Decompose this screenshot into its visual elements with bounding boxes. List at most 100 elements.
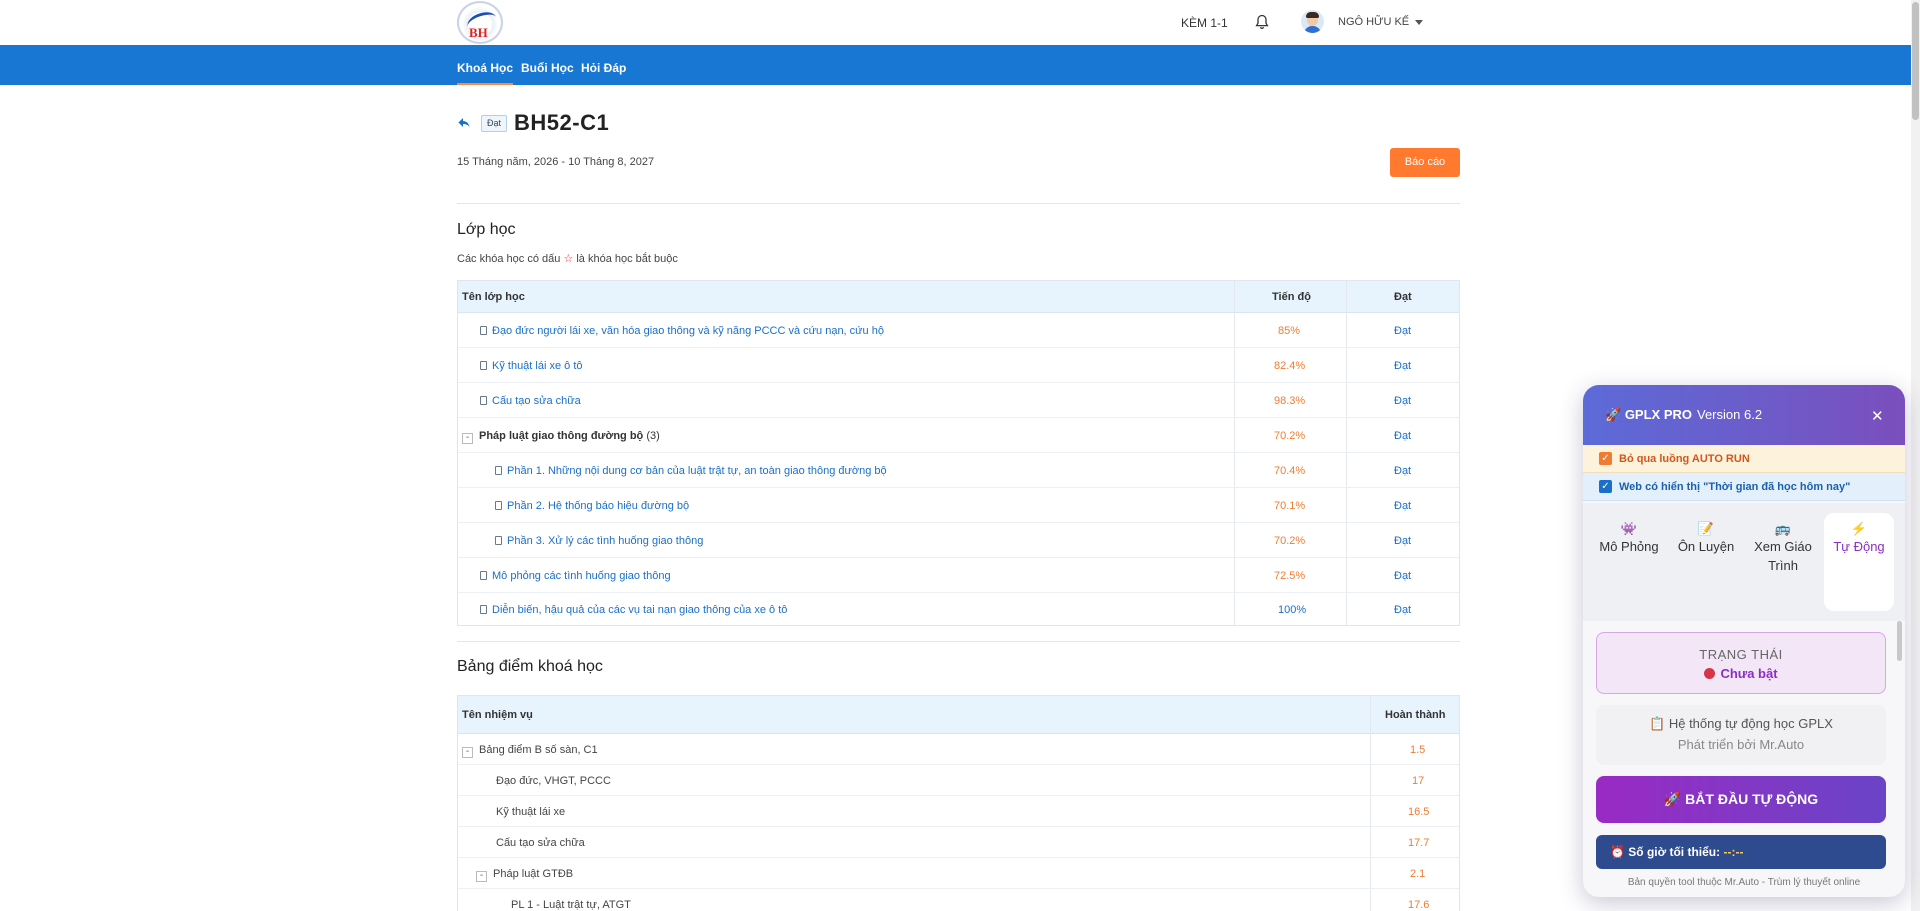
table-row[interactable]: Kỹ thuật lái xe 16.5 bbox=[458, 796, 1459, 827]
table-row[interactable]: PL 1 - Luật trật tự, ATGT 17.6 bbox=[458, 889, 1459, 911]
username[interactable]: NGÔ HỮU KẾ bbox=[1338, 16, 1409, 28]
page-scrollbar[interactable] bbox=[1911, 0, 1920, 911]
panel-scrollbar[interactable] bbox=[1897, 621, 1902, 661]
class-link[interactable]: Mô phỏng các tình huống giao thông bbox=[480, 570, 671, 582]
checkbox-show-time[interactable]: ✓ bbox=[1599, 480, 1612, 493]
class-group-count: (3) bbox=[646, 430, 660, 442]
table-row[interactable]: - Pháp luật giao thông đường bộ (3) 70.2%… bbox=[458, 418, 1459, 453]
class-result: Đạt bbox=[1394, 500, 1412, 512]
task-group[interactable]: - Pháp luật GTĐB bbox=[476, 868, 573, 882]
tab-curriculum[interactable]: 🚌 Xem Giáo Trình bbox=[1748, 513, 1818, 611]
table-row[interactable]: Phần 3. Xử lý các tình huống giao thông … bbox=[458, 523, 1459, 558]
class-result: Đạt bbox=[1394, 604, 1412, 616]
class-name: Phần 1. Những nội dung cơ bản của luật t… bbox=[507, 465, 887, 477]
table-row[interactable]: Cấu tạo sửa chữa 98.3% Đạt bbox=[458, 383, 1459, 418]
task-group[interactable]: - Bảng điểm B số sàn, C1 bbox=[462, 744, 598, 758]
status-badge: Đạt bbox=[481, 115, 508, 132]
col-header-task: Tên nhiệm vụ bbox=[462, 709, 533, 721]
task-score: 1.5 bbox=[1410, 744, 1426, 756]
avatar[interactable] bbox=[1301, 10, 1324, 33]
min-hours-bar: ⏰ Số giờ tối thiểu: --:-- bbox=[1596, 835, 1886, 869]
class-link[interactable]: Kỹ thuật lái xe ô tô bbox=[480, 360, 583, 372]
bell-icon[interactable] bbox=[1255, 14, 1269, 30]
task-score: 2.1 bbox=[1410, 868, 1426, 880]
table-row[interactable]: Phần 1. Những nội dung cơ bản của luật t… bbox=[458, 453, 1459, 488]
min-hours-value: --:-- bbox=[1723, 845, 1744, 859]
page-title: BH52-C1 bbox=[514, 110, 610, 135]
col-header-progress: Tiến độ bbox=[1272, 291, 1311, 303]
table-row[interactable]: Cấu tạo sửa chữa 17.7 bbox=[458, 827, 1459, 858]
table-row[interactable]: Phần 2. Hệ thống báo hiệu đường bộ 70.1%… bbox=[458, 488, 1459, 523]
tab-label: Tự Động bbox=[1833, 539, 1885, 554]
table-row[interactable]: Mô phỏng các tình huống giao thông 72.5%… bbox=[458, 558, 1459, 593]
site-logo[interactable]: BH bbox=[457, 1, 503, 44]
start-auto-button[interactable]: 🚀 BẮT ĐẦU TỰ ĐỘNG bbox=[1596, 776, 1886, 823]
class-progress: 70.2% bbox=[1274, 430, 1306, 442]
col-header-result: Đạt bbox=[1394, 291, 1412, 303]
task-score: 17 bbox=[1412, 775, 1425, 787]
info-box: 📋 Hệ thống tự động học GPLX Phát triển b… bbox=[1596, 705, 1886, 765]
document-icon bbox=[480, 326, 487, 335]
bus-icon: 🚌 bbox=[1774, 521, 1792, 536]
collapse-icon[interactable]: - bbox=[476, 871, 487, 882]
option-show-time[interactable]: ✓ Web có hiển thị "Thời gian đã học hôm … bbox=[1583, 473, 1905, 501]
class-link[interactable]: Phần 1. Những nội dung cơ bản của luật t… bbox=[495, 465, 887, 477]
class-name: Phần 2. Hệ thống báo hiệu đường bộ bbox=[507, 500, 690, 512]
table-row[interactable]: Đạo đức người lái xe, văn hóa giao thông… bbox=[458, 313, 1459, 348]
panel-title-text: GPLX PRO bbox=[1624, 407, 1692, 422]
table-row[interactable]: - Bảng điểm B số sàn, C1 1.5 bbox=[458, 734, 1459, 765]
col-header-done: Hoàn thành bbox=[1385, 709, 1446, 721]
checkbox-skip-autorun[interactable]: ✓ bbox=[1599, 452, 1612, 465]
class-link[interactable]: Phần 3. Xử lý các tình huống giao thông bbox=[495, 535, 703, 547]
info-line-2: Phát triển bởi Mr.Auto bbox=[1677, 737, 1805, 752]
class-link[interactable]: Diễn biến, hậu quả của các vụ tai nạn gi… bbox=[480, 604, 787, 616]
class-name: Cấu tạo sửa chữa bbox=[492, 395, 581, 407]
scores-section-title: Bảng điểm khoá học bbox=[457, 658, 603, 675]
collapse-icon[interactable]: - bbox=[462, 747, 473, 758]
table-row[interactable]: - Pháp luật GTĐB 2.1 bbox=[458, 858, 1459, 889]
table-row[interactable]: Kỹ thuật lái xe ô tô 82.4% Đạt bbox=[458, 348, 1459, 383]
logo-text: BH bbox=[469, 25, 488, 40]
class-link[interactable]: Phần 2. Hệ thống báo hiệu đường bộ bbox=[495, 500, 689, 512]
tab-simulation[interactable]: 👾 Mô Phỏng bbox=[1594, 513, 1664, 611]
kem-link[interactable]: KÈM 1-1 bbox=[1181, 16, 1228, 30]
table-row[interactable]: Đạo đức, VHGT, PCCC 17 bbox=[458, 765, 1459, 796]
report-button[interactable]: Báo cáo bbox=[1390, 148, 1460, 177]
divider bbox=[457, 641, 1460, 642]
classes-section-title: Lớp học bbox=[457, 221, 516, 238]
class-progress: 82.4% bbox=[1274, 360, 1306, 372]
tab-practice[interactable]: 📝 Ôn Luyện bbox=[1671, 513, 1741, 611]
class-group[interactable]: - Pháp luật giao thông đường bộ (3) bbox=[462, 430, 660, 444]
class-progress: 100% bbox=[1278, 604, 1307, 616]
table-header: Tên lớp học Tiến độ Đạt bbox=[458, 281, 1459, 313]
lightning-icon: ⚡ bbox=[1850, 521, 1868, 536]
gplx-pro-panel: 🚀 GPLX PRO Version 6.2 ✕ ✓ Bỏ qua luồng … bbox=[1583, 385, 1905, 897]
tab-auto[interactable]: ⚡ Tự Động bbox=[1824, 513, 1894, 611]
close-icon[interactable]: ✕ bbox=[1871, 407, 1884, 425]
status-value: Chưa bật bbox=[1597, 666, 1885, 681]
table-header: Tên nhiệm vụ Hoàn thành bbox=[458, 696, 1459, 734]
task-name: Đạo đức, VHGT, PCCC bbox=[496, 775, 611, 787]
class-link[interactable]: Đạo đức người lái xe, văn hóa giao thông… bbox=[480, 325, 884, 337]
class-link[interactable]: Cấu tạo sửa chữa bbox=[480, 395, 581, 407]
class-result: Đạt bbox=[1394, 535, 1412, 547]
class-group-name: Pháp luật giao thông đường bộ bbox=[479, 430, 644, 442]
class-progress: 70.1% bbox=[1274, 500, 1306, 512]
task-name: PL 1 - Luật trật tự, ATGT bbox=[511, 899, 631, 911]
table-row[interactable]: Diễn biến, hậu quả của các vụ tai nạn gi… bbox=[458, 593, 1459, 626]
task-score: 17.7 bbox=[1408, 837, 1430, 849]
document-icon bbox=[495, 536, 502, 545]
nav-item-courses[interactable]: Khoá Học bbox=[457, 61, 514, 85]
nav-item-qa[interactable]: Hỏi Đáp bbox=[581, 61, 626, 75]
chevron-down-icon[interactable] bbox=[1415, 20, 1423, 25]
back-arrow-icon[interactable] bbox=[457, 116, 471, 130]
class-progress: 98.3% bbox=[1274, 395, 1306, 407]
option-skip-autorun[interactable]: ✓ Bỏ qua luồng AUTO RUN bbox=[1583, 445, 1905, 473]
class-result: Đạt bbox=[1394, 325, 1412, 337]
tab-label: Ôn Luyện bbox=[1677, 539, 1735, 554]
collapse-icon[interactable]: - bbox=[462, 433, 473, 444]
page-scrollbar-thumb[interactable] bbox=[1912, 2, 1919, 120]
nav-item-sessions[interactable]: Buổi Học bbox=[521, 61, 574, 75]
classes-table: Tên lớp học Tiến độ Đạt Đạo đức người lá… bbox=[457, 280, 1460, 626]
task-score: 16.5 bbox=[1408, 806, 1430, 818]
